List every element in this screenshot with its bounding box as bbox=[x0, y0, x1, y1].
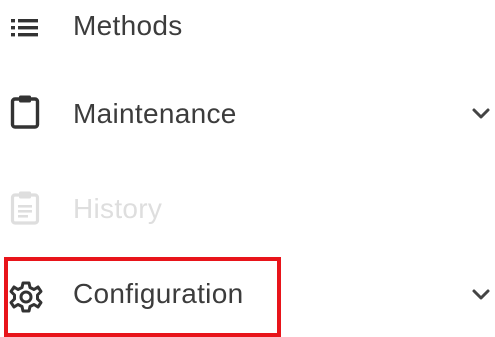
sidebar-item-configuration[interactable]: Configuration bbox=[0, 262, 495, 322]
chevron-down-icon[interactable] bbox=[468, 282, 494, 308]
sidebar-item-label: Maintenance bbox=[73, 98, 237, 129]
sidebar-item-label: Configuration bbox=[73, 278, 244, 309]
sidebar-nav: Methods Maintenance History Configuratio… bbox=[0, 0, 495, 337]
sidebar-item-methods[interactable]: Methods bbox=[0, 0, 495, 60]
gear-icon bbox=[9, 281, 43, 313]
list-icon bbox=[11, 19, 38, 37]
clipboard-list-icon bbox=[10, 191, 40, 225]
chevron-down-icon[interactable] bbox=[468, 101, 494, 127]
sidebar-item-label: History bbox=[73, 193, 163, 224]
sidebar-item-maintenance[interactable]: Maintenance bbox=[0, 84, 495, 144]
clipboard-icon bbox=[10, 95, 40, 129]
sidebar-item-history: History bbox=[0, 180, 495, 240]
sidebar-item-label: Methods bbox=[73, 10, 183, 41]
